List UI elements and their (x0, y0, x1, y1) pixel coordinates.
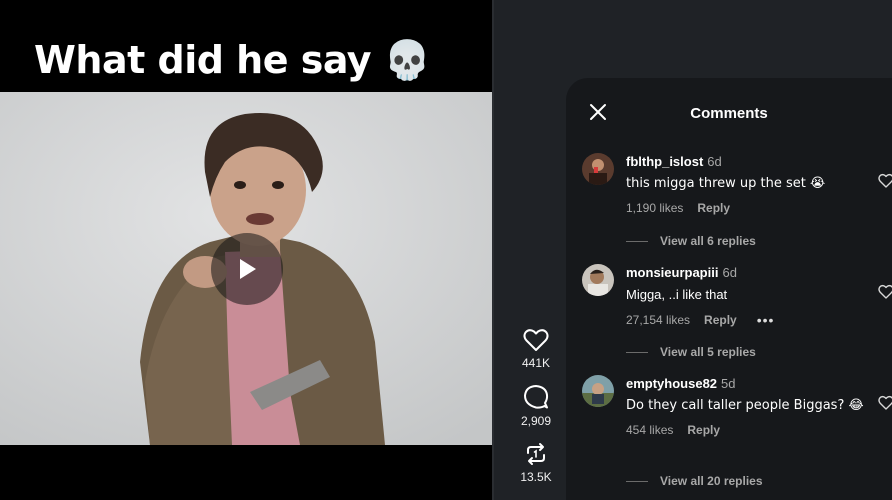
comment-username[interactable]: fblthp_islost (626, 154, 703, 169)
repost-icon (527, 443, 545, 465)
avatar-image (582, 375, 614, 407)
comment-text: Do they call taller people Biggas? 😂 (626, 398, 864, 413)
more-options-icon[interactable]: ••• (757, 312, 775, 328)
comment-likes: 1,190 likes (626, 201, 684, 215)
view-replies-button[interactable]: View all 5 replies (626, 345, 756, 359)
action-bar: 441K 2,909 13.5K (510, 328, 562, 498)
replies-line (626, 351, 648, 353)
repost-count: 13.5K (520, 470, 552, 484)
reply-button[interactable]: Reply (697, 201, 730, 215)
comment-text: this migga threw up the set 😭 (626, 176, 826, 191)
avatar[interactable] (582, 264, 614, 296)
avatar[interactable] (582, 153, 614, 185)
comments-title: Comments (690, 105, 768, 122)
reply-button[interactable]: Reply (687, 423, 720, 437)
comment-likes: 27,154 likes (626, 313, 691, 327)
view-replies-label: View all 6 replies (660, 234, 756, 248)
comment-age: 5d (721, 376, 736, 391)
comments-header: Comments (566, 78, 892, 148)
view-replies-label: View all 5 replies (660, 345, 756, 359)
play-icon (240, 259, 256, 279)
comment-count: 2,909 (520, 414, 552, 428)
view-replies-label: View all 20 replies (660, 474, 763, 488)
comment-body: emptyhouse82 5d Do they call taller peopl… (626, 375, 866, 437)
video-frame[interactable] (0, 92, 492, 445)
play-button[interactable] (211, 233, 283, 305)
like-button[interactable]: 441K (510, 328, 562, 370)
comment-icon (524, 385, 549, 409)
avatar[interactable] (582, 375, 614, 407)
comment-body: monsieurpapiii 6d Migga, ..i like that 27… (626, 264, 866, 328)
view-replies-button[interactable]: View all 6 replies (626, 234, 756, 248)
repost-button[interactable]: 13.5K (510, 442, 562, 484)
comments-panel: Comments fblthp_islost 6d this migga thre… (566, 78, 892, 500)
comment-like-icon[interactable] (878, 173, 892, 189)
comment-like-icon[interactable] (878, 395, 892, 411)
comment-age: 6d (722, 265, 737, 280)
avatar-image (582, 153, 614, 185)
replies-line (626, 240, 648, 242)
comment-username[interactable]: emptyhouse82 (626, 376, 717, 391)
avatar-image (582, 264, 614, 296)
comment-likes: 454 likes (626, 423, 674, 437)
reel-viewer: What did he say 💀 441K 2,909 13.5K Comme… (0, 0, 892, 500)
comment-age: 6d (707, 154, 722, 169)
heart-icon (523, 329, 549, 351)
video-caption: What did he say 💀 (34, 38, 431, 82)
comment-text: Migga, ..i like that (626, 287, 728, 302)
view-replies-button[interactable]: View all 20 replies (626, 474, 763, 488)
comment-like-icon[interactable] (878, 284, 892, 300)
comment-username[interactable]: monsieurpapiii (626, 265, 718, 280)
replies-line (626, 480, 648, 482)
like-count: 441K (521, 356, 551, 370)
comment-button[interactable]: 2,909 (510, 384, 562, 428)
comment-body: fblthp_islost 6d this migga threw up the … (626, 153, 866, 215)
video-player[interactable]: What did he say 💀 (0, 0, 492, 500)
reply-button[interactable]: Reply (704, 313, 737, 327)
